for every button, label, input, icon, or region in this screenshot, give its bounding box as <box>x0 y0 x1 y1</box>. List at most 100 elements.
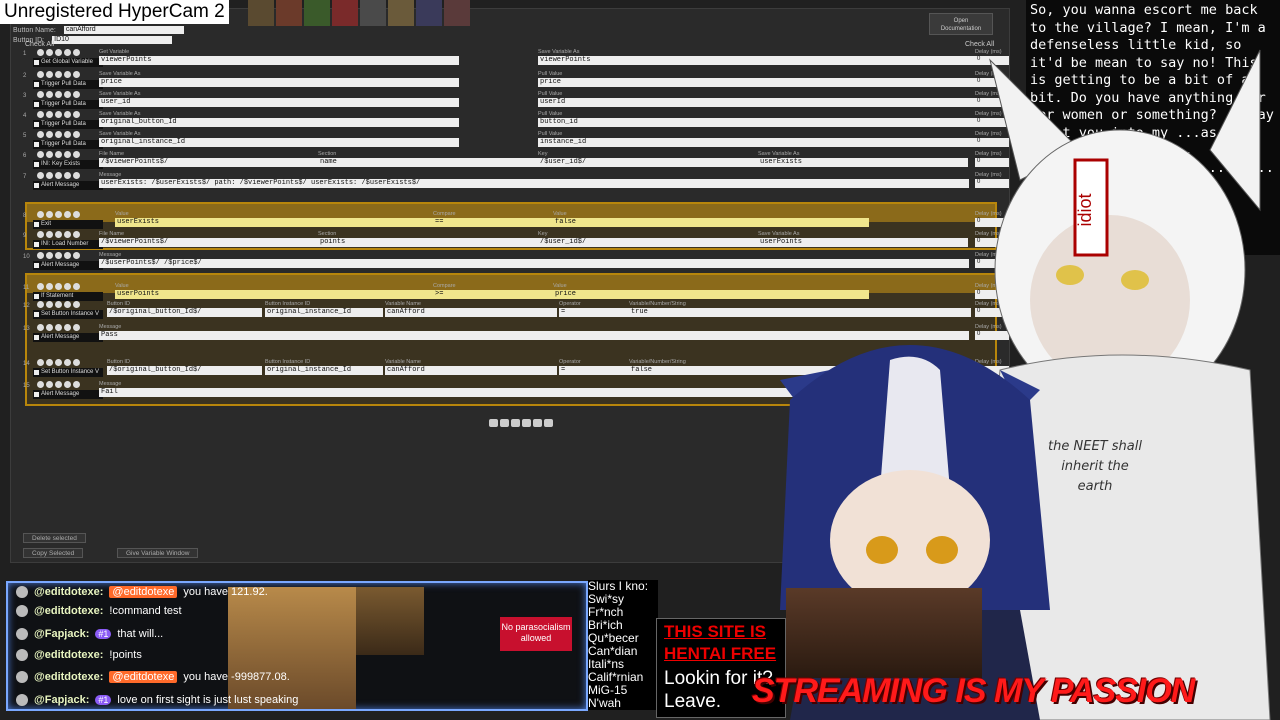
action-type-label[interactable]: Alert Message <box>33 181 103 190</box>
action-type-label[interactable]: Trigger Pull Data <box>33 100 103 109</box>
field-input[interactable]: userExists: /$userExists$/ path: /$viewe… <box>99 179 969 188</box>
field-input[interactable]: original_instance_Id <box>265 308 383 317</box>
field-input[interactable]: = <box>559 366 629 375</box>
copy-selected-button[interactable]: Copy Selected <box>23 548 84 558</box>
field-input[interactable]: == <box>433 218 553 227</box>
field-input[interactable]: /$viewerPoints$/ <box>99 238 319 247</box>
action-type-label[interactable]: Trigger Pull Data <box>33 140 103 149</box>
action-row[interactable]: 3 Trigger Pull Data Save Variable As use… <box>23 91 1015 111</box>
row-controls[interactable] <box>37 381 80 388</box>
field-input[interactable]: /$viewerPoints$/ <box>99 158 319 167</box>
field-input[interactable]: price <box>538 78 978 87</box>
row-controls[interactable] <box>37 131 80 138</box>
no-parasocial-sign: No parasocialism allowed <box>500 617 572 651</box>
action-type-label[interactable]: Alert Message <box>33 261 103 270</box>
row-controls[interactable] <box>37 301 80 308</box>
row-controls[interactable] <box>37 151 80 158</box>
field-input[interactable]: viewerPoints <box>538 56 978 65</box>
field-input[interactable]: original_instance_Id <box>265 366 383 375</box>
open-documentation-button[interactable]: Open Documentation <box>929 13 993 35</box>
field-input[interactable]: /$original_button_Id$/ <box>107 366 262 375</box>
field-input[interactable]: false <box>553 218 869 227</box>
chat-username[interactable]: @editdotexe: <box>34 586 103 598</box>
row-controls[interactable] <box>37 91 80 98</box>
field-caption: Pull Value <box>538 91 563 97</box>
delete-selected-button[interactable]: Delete selected <box>23 533 86 543</box>
action-row[interactable]: 4 Trigger Pull Data Save Variable As ori… <box>23 111 1015 131</box>
user-avatar-icon <box>16 649 28 661</box>
chat-username[interactable]: @Fapjack: <box>34 694 89 706</box>
row-controls[interactable] <box>37 324 80 331</box>
action-type-label[interactable]: Get Global Variable <box>33 58 103 67</box>
action-type-label[interactable]: INI: Load Number <box>33 240 103 249</box>
row-index: 6 <box>23 153 27 159</box>
field-input[interactable]: user_id <box>99 98 459 107</box>
action-row[interactable]: 2 Trigger Pull Data Save Variable As pri… <box>23 71 1015 91</box>
row-controls[interactable] <box>37 71 80 78</box>
action-row[interactable]: 5 Trigger Pull Data Save Variable As ori… <box>23 131 1015 151</box>
field-input[interactable]: /$original_button_Id$/ <box>107 308 262 317</box>
field-input[interactable]: button_id <box>538 118 978 127</box>
site-warning-line2: HENTAI FREE <box>664 644 777 663</box>
field-input[interactable]: canAfford <box>385 366 557 375</box>
field-input[interactable]: userExists <box>115 218 445 227</box>
field-input[interactable]: >= <box>433 290 553 299</box>
field-input[interactable]: original_button_Id <box>99 118 459 127</box>
shirt-slogan: the NEET shall <box>1048 439 1142 454</box>
field-input[interactable]: /$user_id$/ <box>538 158 758 167</box>
field-input[interactable]: viewerPoints <box>99 56 459 65</box>
streaming-passion-banner: STREAMING IS MY PASSION <box>752 672 1195 710</box>
chat-username[interactable]: @editdotexe: <box>34 649 103 661</box>
field-input[interactable]: userPoints <box>758 238 968 247</box>
action-row[interactable]: 10 Alert Message Message /$userPoints$/ … <box>23 252 1015 272</box>
field-caption: Pull Value <box>538 111 563 117</box>
field-input[interactable]: userId <box>538 98 978 107</box>
chat-username[interactable]: @Fapjack: <box>34 628 89 640</box>
button-name-field[interactable]: canAfford <box>63 26 184 34</box>
row-controls[interactable] <box>37 359 80 366</box>
field-input[interactable]: userExists <box>758 158 968 167</box>
row-controls[interactable] <box>37 111 80 118</box>
action-type-label[interactable]: Set Button Instance V <box>33 368 103 377</box>
field-input[interactable]: points <box>318 238 538 247</box>
row-controls[interactable] <box>37 252 80 259</box>
field-caption: Get Variable <box>99 49 130 55</box>
button-id-field[interactable]: ID10 <box>52 36 173 44</box>
row-controls[interactable] <box>37 49 80 56</box>
action-row[interactable]: 9 INI: Load Number File Name /$viewerPoi… <box>23 231 1015 251</box>
field-input[interactable]: instance_id <box>538 138 978 147</box>
field-input[interactable]: price <box>99 78 459 87</box>
row-controls[interactable] <box>37 283 80 290</box>
action-type-label[interactable]: Set Button Instance V <box>33 310 103 319</box>
chat-username[interactable]: @editdotexe: <box>34 671 103 683</box>
action-type-label[interactable]: Exit <box>33 220 103 229</box>
action-row[interactable]: 1 Get Global Variable Get Variable viewe… <box>23 49 1015 69</box>
action-row[interactable]: 6 INI: Key Exists File Name /$viewerPoin… <box>23 151 1015 171</box>
action-type-label[interactable]: Trigger Pull Data <box>33 120 103 129</box>
action-type-label[interactable]: Trigger Pull Data <box>33 80 103 89</box>
action-row[interactable]: 8 Exit Value userExists Compare == Value… <box>23 211 1015 231</box>
field-input[interactable]: /$user_id$/ <box>538 238 758 247</box>
row-controls[interactable] <box>37 172 80 179</box>
row-controls[interactable] <box>37 231 80 238</box>
row-index: 14 <box>23 361 30 367</box>
chat-username[interactable]: @editdotexe: <box>34 605 103 617</box>
check-all-left[interactable]: Check All <box>25 41 54 48</box>
field-input[interactable]: original_instance_Id <box>99 138 459 147</box>
chat-text: love on first sight is just lust speakin… <box>117 694 299 706</box>
action-type-label[interactable]: Alert Message <box>33 390 103 399</box>
action-row[interactable]: 7 Alert Message Message userExists: /$us… <box>23 172 1015 192</box>
row-index: 15 <box>23 383 30 389</box>
field-input[interactable]: canAfford <box>385 308 557 317</box>
action-type-label[interactable]: Alert Message <box>33 333 103 342</box>
field-input[interactable]: = <box>559 308 629 317</box>
pagination-controls[interactable] <box>489 419 553 427</box>
field-input[interactable]: name <box>318 158 538 167</box>
field-input[interactable]: userPoints <box>115 290 445 299</box>
field-input[interactable]: /$userPoints$/ /$price$/ <box>99 259 969 268</box>
action-type-label[interactable]: If Statement <box>33 292 103 301</box>
action-type-label[interactable]: INI: Key Exists <box>33 160 103 169</box>
row-controls[interactable] <box>37 211 80 218</box>
row-index: 8 <box>23 213 27 219</box>
give-variable-window-button[interactable]: Give Variable Window <box>117 548 199 558</box>
